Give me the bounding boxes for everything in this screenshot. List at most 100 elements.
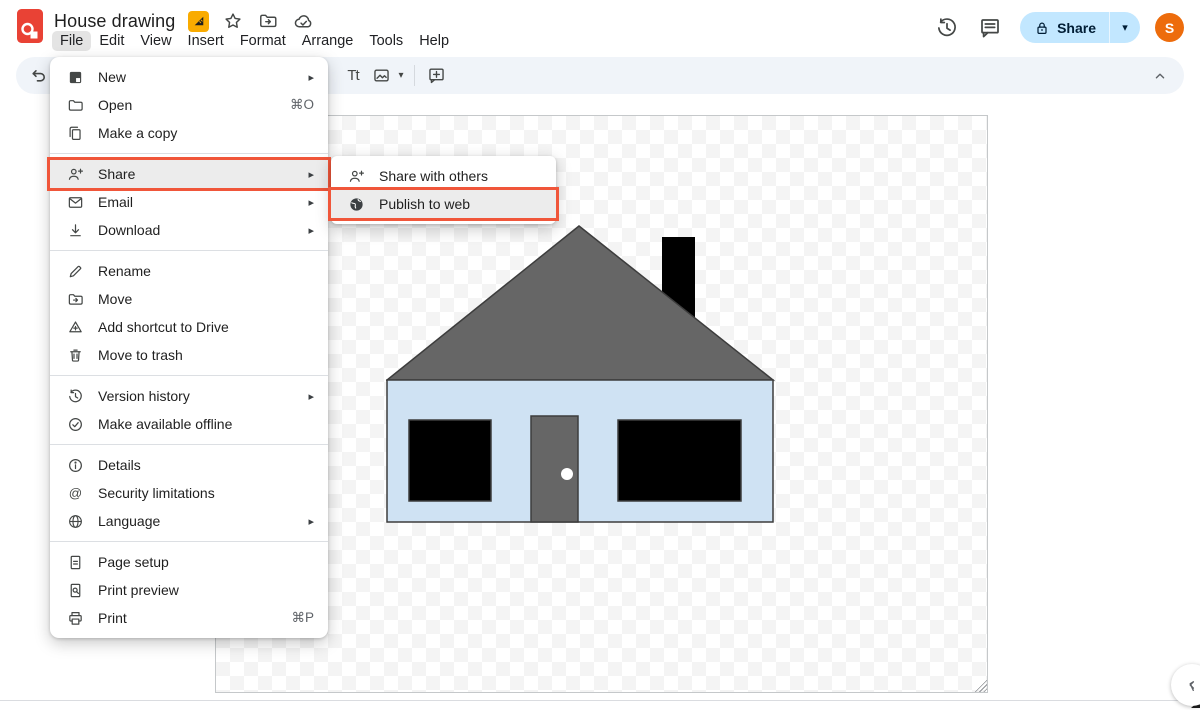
menu-item-label: Page setup [98,554,314,570]
menu-item-label: Share with others [379,168,542,184]
menu-item-rename[interactable]: Rename [50,257,328,285]
print-preview-icon [66,581,84,599]
menu-item-label: Details [98,457,314,473]
share-button[interactable]: Share ▾ [1020,12,1140,43]
person-add-icon [347,167,365,185]
menu-item-email[interactable]: Email ▸ [50,188,328,216]
right-window-shape[interactable] [618,420,741,501]
undo-icon [29,66,48,85]
publish-globe-icon [347,195,365,213]
house-drawing [386,225,776,525]
menu-item-move[interactable]: Move [50,285,328,313]
canvas-resize-handle[interactable] [973,678,987,692]
menubar-arrange[interactable]: Arrange [294,31,362,51]
menu-divider [50,375,328,376]
version-history-icon[interactable] [934,15,960,41]
menubar-format[interactable]: Format [232,31,294,51]
offline-check-icon [66,415,84,433]
menu-item-share[interactable]: Share ▸ [50,160,328,188]
menu-item-label: Open [98,97,276,113]
menu-item-download[interactable]: Download ▸ [50,216,328,244]
comments-icon[interactable] [977,15,1003,41]
menu-item-print-preview[interactable]: Print preview [50,576,328,604]
submenu-arrow-icon: ▸ [308,224,314,237]
menu-item-label: Move to trash [98,347,314,363]
copy-icon [66,124,84,142]
insert-image-button[interactable] [368,57,394,94]
submenu-arrow-icon: ▸ [308,196,314,209]
menubar-view[interactable]: View [132,31,179,51]
menu-item-language[interactable]: Language ▸ [50,507,328,535]
door-shape[interactable] [531,416,578,522]
document-title[interactable]: House drawing [54,11,175,32]
menubar-file[interactable]: File [52,31,91,51]
roof-shape[interactable] [387,226,773,380]
globe-icon [66,512,84,530]
person-add-icon [66,165,84,183]
at-security-icon: @ [66,484,84,502]
drawings-app-icon[interactable] [17,9,44,44]
menu-item-label: Share [98,166,294,182]
lock-icon [1034,20,1050,36]
hide-menus-button[interactable] [1144,57,1176,94]
email-icon [66,193,84,211]
left-window-shape[interactable] [409,420,491,501]
menubar-insert[interactable]: Insert [180,31,232,51]
toolbar-divider [414,65,415,86]
menu-item-add-shortcut-to-drive[interactable]: Add shortcut to Drive [50,313,328,341]
menu-item-page-setup[interactable]: Page setup [50,548,328,576]
submenu-arrow-icon: ▸ [308,71,314,84]
trash-icon [66,346,84,364]
submenu-arrow-icon: ▸ [308,390,314,403]
menu-item-open[interactable]: Open ⌘O [50,91,328,119]
submenu-arrow-icon: ▸ [308,168,314,181]
download-icon [66,221,84,239]
file-menu: New ▸ Open ⌘O Make a copy Share ▸ [50,57,328,638]
menu-item-details[interactable]: Details [50,451,328,479]
menu-item-label: Add shortcut to Drive [98,319,314,335]
text-format-button[interactable]: Tt [338,57,368,94]
drive-add-icon [66,318,84,336]
menu-bar: File Edit View Insert Format Arrange Too… [52,31,457,51]
share-button-label: Share [1057,20,1096,36]
page-setup-icon [66,553,84,571]
cloud-saved-icon[interactable] [292,10,314,32]
share-submenu: Share with others Publish to web [331,156,556,224]
share-dropdown-button[interactable]: ▾ [1110,12,1140,43]
new-document-icon [66,68,84,86]
ruler-badge-icon[interactable] [188,11,209,32]
menu-divider [50,541,328,542]
menu-item-label: Publish to web [379,196,542,212]
menu-item-new[interactable]: New ▸ [50,63,328,91]
menu-item-make-available-offline[interactable]: Make available offline [50,410,328,438]
account-avatar[interactable]: S [1155,13,1184,42]
add-comment-button[interactable] [422,57,450,94]
menu-divider [50,250,328,251]
menu-shortcut: ⌘O [290,97,314,113]
image-dropdown-caret-icon[interactable]: ▾ [394,57,408,94]
menu-item-label: Download [98,222,294,238]
google-drawings-window: House drawing File Edit [0,0,1200,710]
move-to-folder-icon[interactable] [257,10,279,32]
door-knob-shape[interactable] [561,468,573,480]
image-icon [372,66,391,85]
menu-item-make-a-copy[interactable]: Make a copy [50,119,328,147]
star-icon[interactable] [222,10,244,32]
submenu-item-share-with-others[interactable]: Share with others [331,162,556,190]
menu-item-print[interactable]: Print ⌘P [50,604,328,632]
printer-icon [66,609,84,627]
caret-down-icon: ▾ [1122,21,1128,34]
menu-item-label: Email [98,194,294,210]
menu-item-security-limitations[interactable]: @ Security limitations [50,479,328,507]
menubar-tools[interactable]: Tools [361,31,411,51]
menubar-help[interactable]: Help [411,31,457,51]
menu-item-move-to-trash[interactable]: Move to trash [50,341,328,369]
menu-item-version-history[interactable]: Version history ▸ [50,382,328,410]
workspace-bottom-border [0,700,1200,701]
menu-item-label: Version history [98,388,294,404]
pencil-icon [66,262,84,280]
menu-item-label: New [98,69,294,85]
submenu-item-publish-to-web[interactable]: Publish to web [331,190,556,218]
menu-divider [50,444,328,445]
menubar-edit[interactable]: Edit [91,31,132,51]
